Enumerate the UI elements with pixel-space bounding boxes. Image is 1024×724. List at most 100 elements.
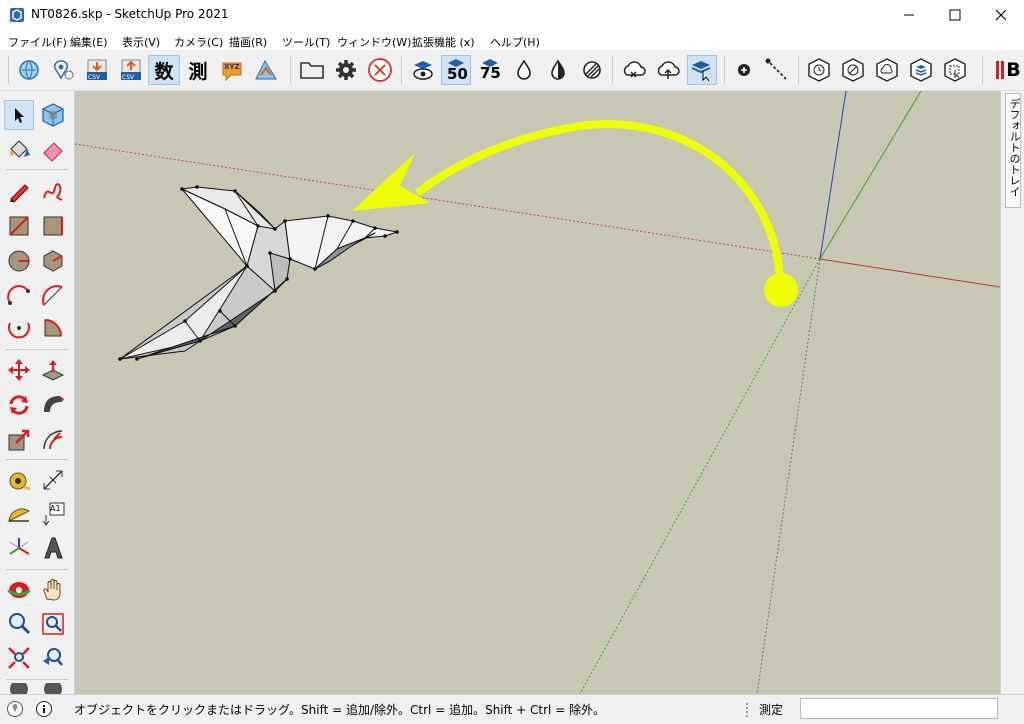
rotate-tool-button[interactable] [4, 390, 34, 420]
protractor-icon [8, 508, 31, 522]
circle-tool-button[interactable] [4, 246, 34, 276]
extra-label: B [1006, 59, 1021, 81]
menu-tools[interactable]: ツール(T) [282, 34, 330, 50]
eraser-button[interactable] [38, 135, 68, 165]
measurements-input[interactable] [800, 698, 998, 719]
photo-match-button[interactable] [251, 55, 281, 85]
point-button[interactable] [729, 55, 759, 85]
line-tool-button[interactable] [4, 176, 34, 206]
tape-measure-button[interactable] [4, 465, 34, 495]
csv-label: CSV [88, 74, 101, 81]
arc-tool-button[interactable] [4, 281, 34, 311]
location-pin-button[interactable] [48, 55, 78, 85]
default-tray-tab[interactable]: デフォルトのトレイ [1005, 93, 1021, 208]
rotate-icon [9, 395, 29, 415]
paint-bucket-icon [10, 140, 30, 158]
axes-tool-button[interactable] [4, 533, 34, 563]
previous-view-button[interactable] [38, 643, 68, 673]
geolocation-button[interactable] [14, 55, 44, 85]
orbit-tool-button[interactable] [4, 575, 34, 605]
menu-view[interactable]: 表示(V) [122, 34, 160, 50]
cloud-x-icon [623, 61, 646, 78]
close-button[interactable] [978, 0, 1024, 30]
measure-tool-button[interactable]: 測 [183, 55, 213, 85]
pie-icon [44, 319, 62, 337]
zoom-extents-button[interactable] [4, 643, 34, 673]
extra-toolbar-button[interactable]: B [992, 55, 1024, 85]
text-tool-button[interactable]: A1 [38, 499, 68, 529]
follow-me-button[interactable] [38, 390, 68, 420]
window-title: NT0826.skp - SketchUp Pro 2021 [31, 7, 229, 21]
view-visibility-button[interactable] [408, 55, 438, 85]
viewport-canvas[interactable] [75, 91, 1000, 694]
bird-model[interactable] [119, 186, 398, 360]
push-pull-button[interactable] [38, 355, 68, 385]
numeric-tool-button[interactable]: 数 [148, 55, 180, 85]
model-cube-button[interactable] [906, 55, 936, 85]
tool-separator [6, 349, 68, 350]
menu-file[interactable]: ファイル(F) [8, 34, 67, 50]
dimension-tool-button[interactable] [38, 465, 68, 495]
select-tool-button[interactable] [4, 100, 34, 130]
menu-help[interactable]: ヘルプ(H) [490, 34, 540, 50]
xyz-button[interactable]: XYZ [217, 55, 247, 85]
cloud-cube-button[interactable] [872, 55, 902, 85]
eraser-icon [43, 142, 63, 162]
zoom-tool-button[interactable] [4, 609, 34, 639]
opacity-75-button[interactable]: 75 [475, 55, 505, 85]
offset-tool-button[interactable] [38, 425, 68, 455]
minimize-button[interactable] [886, 0, 932, 30]
drop-button[interactable] [509, 55, 539, 85]
tool-separator [6, 169, 68, 170]
component-cube-icon [42, 103, 64, 127]
menu-camera[interactable]: カメラ(C) [174, 34, 223, 50]
pan-tool-button[interactable] [38, 575, 68, 605]
green-axis-negative [579, 258, 821, 694]
striped-circle-button[interactable] [577, 55, 607, 85]
blue-axis-positive [819, 91, 847, 260]
two-point-arc-icon [42, 285, 63, 306]
three-point-arc-button[interactable] [4, 313, 34, 343]
half-drop-icon [551, 59, 565, 80]
cloud-remove-button[interactable] [619, 55, 649, 85]
settings-button[interactable] [331, 55, 361, 85]
info-button[interactable] [36, 701, 52, 717]
history-cube-button[interactable] [804, 55, 834, 85]
opacity-50-button[interactable]: 50 [441, 55, 471, 85]
dashed-line-button[interactable] [762, 55, 792, 85]
rectangle-tool-button[interactable] [4, 211, 34, 241]
cloud-upload-button[interactable] [653, 55, 683, 85]
xyz-label: XYZ [224, 63, 240, 71]
half-drop-button[interactable] [543, 55, 573, 85]
layers-pointer-button[interactable] [687, 55, 717, 85]
open-file-button[interactable] [297, 55, 327, 85]
csv-export-button[interactable]: CSV [82, 55, 112, 85]
paint-bucket-button[interactable] [4, 135, 34, 165]
two-point-arc-button[interactable] [38, 281, 68, 311]
no-cube-button[interactable] [838, 55, 868, 85]
walk-button[interactable] [38, 683, 68, 694]
protractor-button[interactable] [4, 499, 34, 529]
menu-extensions[interactable]: 拡張機能 (x) [412, 34, 475, 50]
menu-edit[interactable]: 編集(E) [70, 34, 108, 50]
maximize-button[interactable] [932, 0, 978, 30]
minimize-icon [904, 14, 914, 16]
menu-draw[interactable]: 描画(R) [229, 34, 267, 50]
pie-tool-button[interactable] [38, 313, 68, 343]
scale-tool-button[interactable] [4, 425, 34, 455]
component-tool-button[interactable] [38, 100, 68, 130]
menu-window[interactable]: ウィンドウ(W) [337, 34, 411, 50]
geolocation-status-button[interactable] [7, 701, 23, 717]
cancel-button[interactable] [365, 55, 395, 85]
csv-import-button[interactable]: CSV [116, 55, 146, 85]
3d-text-button[interactable] [38, 533, 68, 563]
kanji-su-label: 数 [154, 60, 174, 83]
freehand-tool-button[interactable] [38, 176, 68, 206]
zoom-window-button[interactable] [38, 609, 68, 639]
rotated-rectangle-button[interactable] [38, 211, 68, 241]
cursor-cube-button[interactable] [940, 55, 970, 85]
3d-viewport[interactable] [75, 91, 1000, 694]
position-camera-button[interactable] [4, 683, 34, 694]
move-tool-button[interactable] [4, 355, 34, 385]
polygon-tool-button[interactable] [38, 246, 68, 276]
